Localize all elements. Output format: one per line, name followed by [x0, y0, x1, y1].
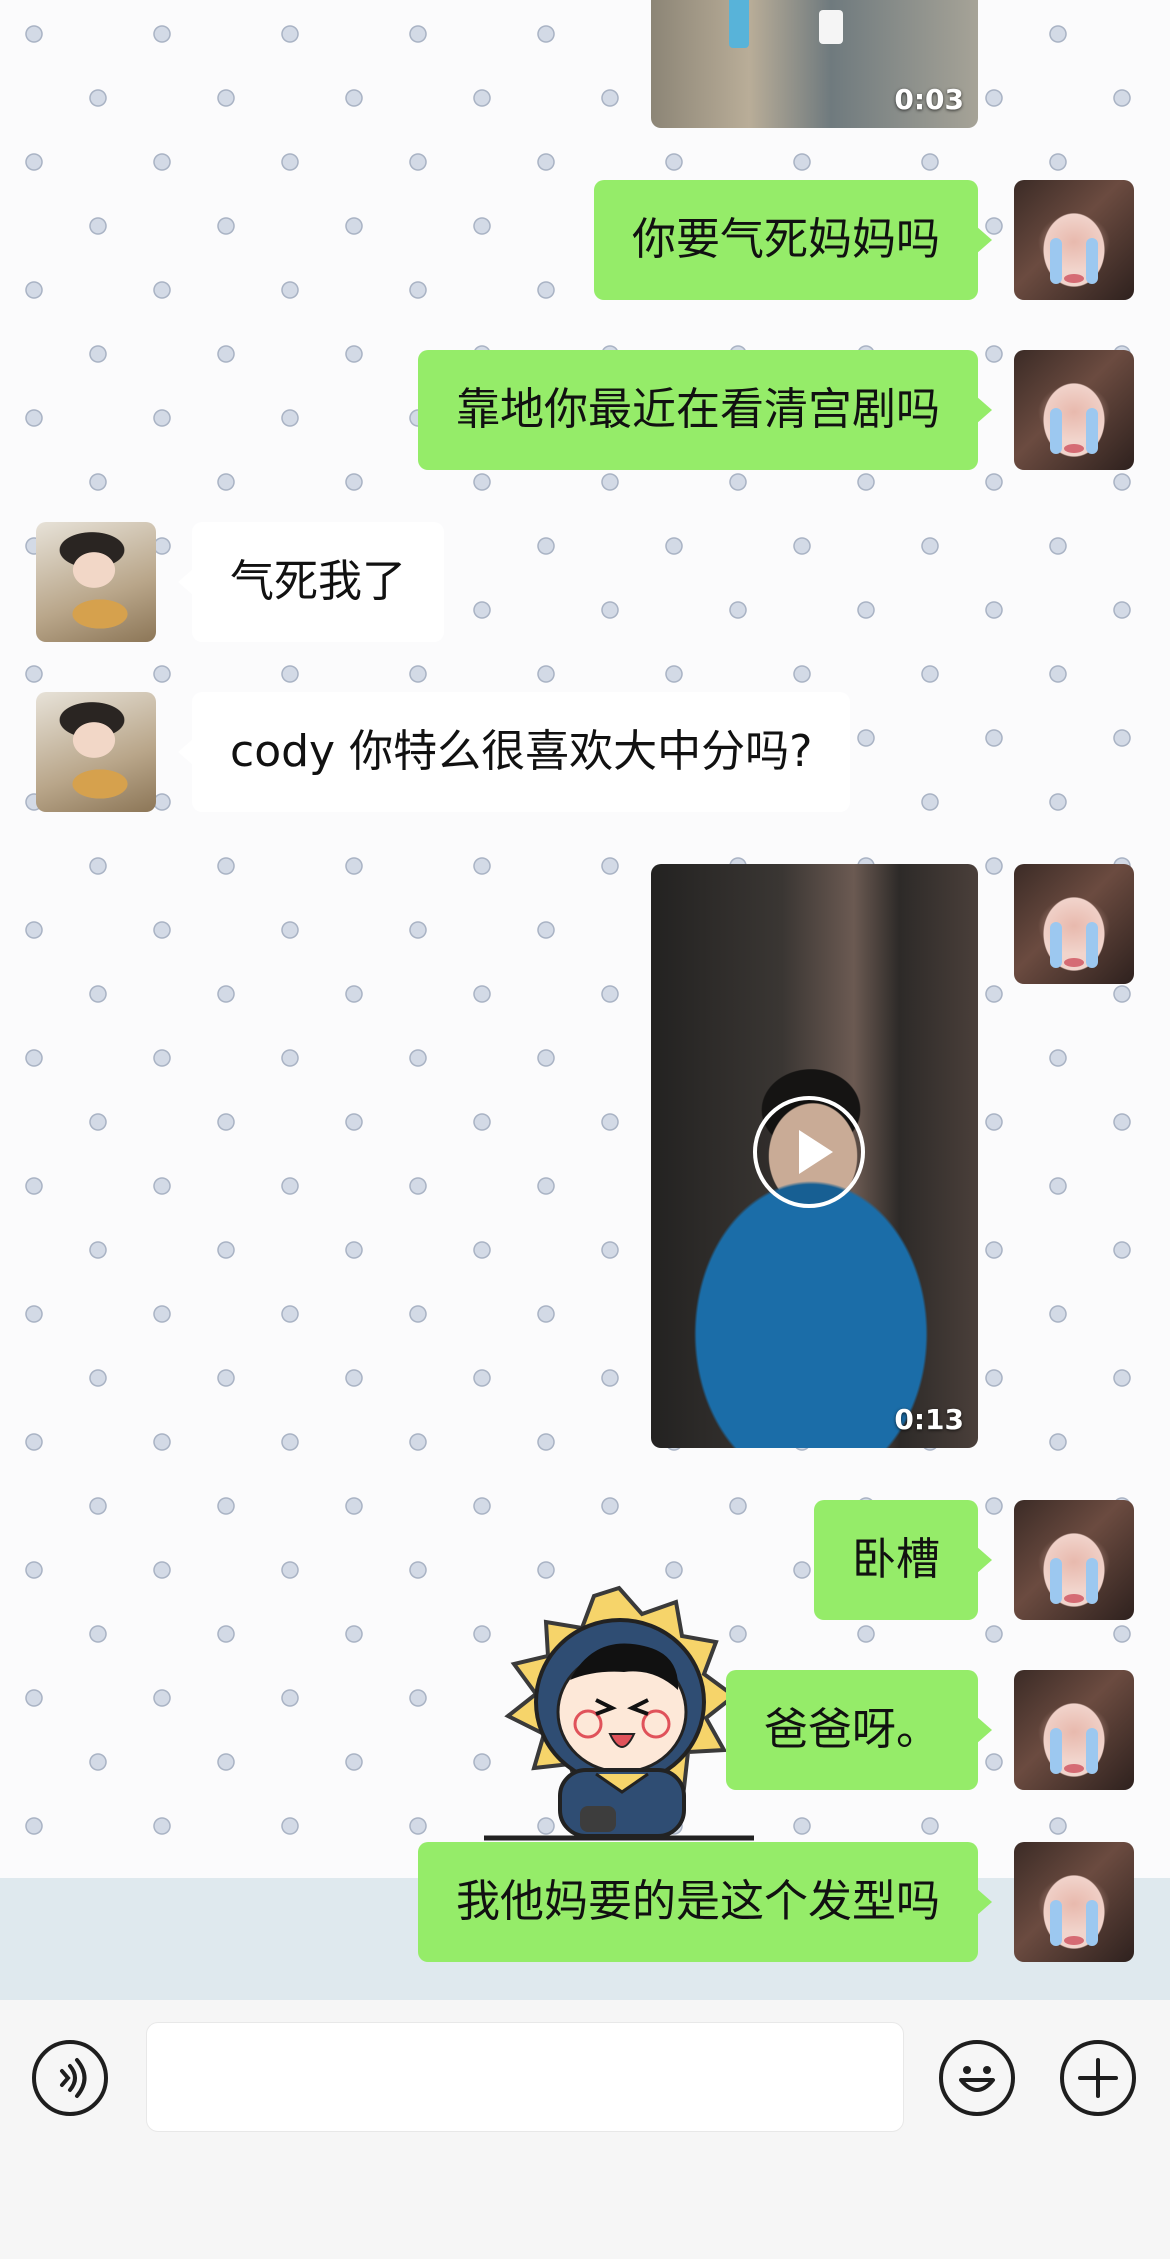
mouth — [1064, 1764, 1084, 1773]
contact-avatar[interactable] — [36, 692, 156, 812]
play-icon[interactable] — [753, 1096, 865, 1208]
mouth — [1064, 274, 1084, 283]
emoji-button[interactable] — [939, 2040, 1015, 2116]
tear-left — [1050, 238, 1062, 284]
message-bubble-incoming[interactable]: 气死我了 — [178, 522, 444, 642]
video-duration: 0:13 — [894, 1403, 964, 1436]
plus-icon — [1078, 2058, 1118, 2098]
voice-icon — [60, 2058, 87, 2098]
cartoon-boy-sun-sticker[interactable] — [484, 1584, 754, 1844]
lanyard-badge — [729, 0, 749, 48]
message-bubble-outgoing[interactable]: 你要气死妈妈吗 — [594, 180, 992, 300]
tear-right — [1086, 1728, 1098, 1774]
tear-right — [1086, 922, 1098, 968]
tear-right — [1086, 238, 1098, 284]
video-message-2[interactable]: 0:13 — [651, 864, 978, 1448]
message-text: 靠地你最近在看清宫剧吗 — [456, 384, 940, 435]
my-avatar[interactable] — [1014, 1842, 1134, 1962]
id-card — [819, 10, 843, 44]
mouth — [1064, 1936, 1084, 1945]
message-bubble-outgoing[interactable]: 我他妈要的是这个发型吗 — [418, 1842, 992, 1962]
my-avatar[interactable] — [1014, 180, 1134, 300]
more-button[interactable] — [1060, 2040, 1136, 2116]
mouth — [1064, 958, 1084, 967]
video-duration: 0:03 — [894, 83, 964, 116]
message-input[interactable] — [146, 2022, 904, 2132]
tear-right — [1086, 1900, 1098, 1946]
tear-right — [1086, 1558, 1098, 1604]
message-text: 气死我了 — [230, 556, 406, 607]
message-bubble-outgoing[interactable]: 靠地你最近在看清宫剧吗 — [418, 350, 992, 470]
tear-left — [1050, 1900, 1062, 1946]
tear-left — [1050, 408, 1062, 454]
contact-avatar[interactable] — [36, 522, 156, 642]
message-text: cody 你特么很喜欢大中分吗? — [230, 726, 813, 777]
voice-button[interactable] — [32, 2040, 108, 2116]
tear-right — [1086, 408, 1098, 454]
my-avatar[interactable] — [1014, 1500, 1134, 1620]
message-text: 卧槽 — [852, 1534, 940, 1585]
message-text: 爸爸呀。 — [764, 1704, 940, 1755]
video-message-1[interactable]: 0:03 — [651, 0, 978, 128]
emoji-icon — [959, 2066, 995, 2092]
message-bubble-outgoing[interactable]: 卧槽 — [814, 1500, 992, 1620]
input-bar — [0, 2000, 1170, 2259]
my-avatar[interactable] — [1014, 864, 1134, 984]
tear-left — [1050, 922, 1062, 968]
tear-left — [1050, 1558, 1062, 1604]
my-avatar[interactable] — [1014, 350, 1134, 470]
message-bubble-outgoing[interactable]: 爸爸呀。 — [726, 1670, 992, 1790]
my-avatar[interactable] — [1014, 1670, 1134, 1790]
message-text: 你要气死妈妈吗 — [632, 214, 940, 265]
chat-area[interactable]: 0:03 你要气死妈妈吗 靠地你最近在看清宫剧吗 气死我了 cody 你特么很喜… — [0, 0, 1170, 1878]
message-bubble-incoming[interactable]: cody 你特么很喜欢大中分吗? — [177, 692, 851, 812]
mouth — [1064, 444, 1084, 453]
mouth — [1064, 1594, 1084, 1603]
message-text: 我他妈要的是这个发型吗 — [456, 1876, 940, 1927]
tear-left — [1050, 1728, 1062, 1774]
